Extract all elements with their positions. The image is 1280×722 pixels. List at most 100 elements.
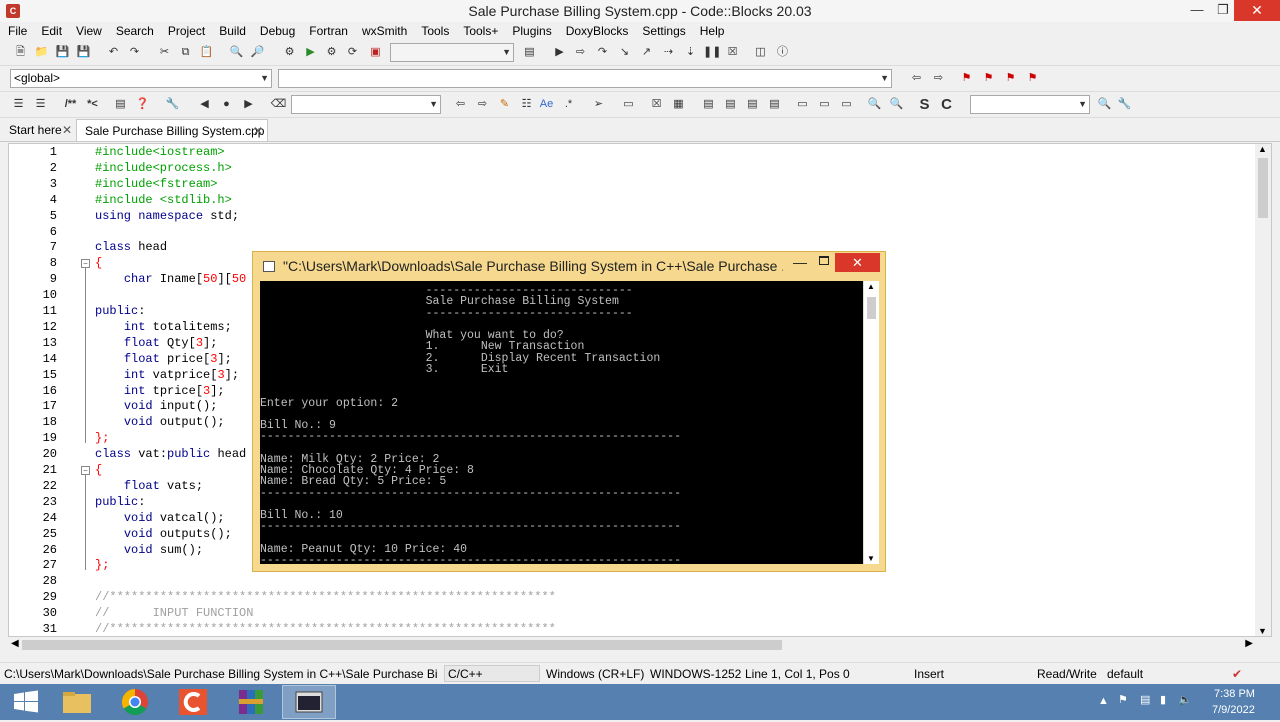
menu-tools-plus[interactable]: Tools+ [455, 22, 504, 40]
menu-fortran[interactable]: Fortran [301, 22, 354, 40]
search-settings-icon[interactable]: 🔧 [1116, 96, 1133, 113]
code-line[interactable]: { [95, 256, 102, 270]
menu-help[interactable]: Help [692, 22, 731, 40]
menu-edit[interactable]: Edit [33, 22, 68, 40]
replace-icon[interactable]: 🔎 [249, 44, 266, 61]
spellcheck-icon[interactable]: ✔ [1232, 667, 1242, 681]
abort-icon[interactable]: ▣ [367, 44, 384, 61]
find-icon[interactable]: 🔍 [228, 44, 245, 61]
zoom-in-icon[interactable]: 🔍 [866, 96, 883, 113]
mark-icon[interactable]: ● [218, 96, 235, 113]
scroll-thumb[interactable] [1258, 158, 1268, 218]
menu-file[interactable]: File [0, 22, 33, 40]
menu-project[interactable]: Project [160, 22, 211, 40]
menu-debug[interactable]: Debug [252, 22, 301, 40]
open-icon[interactable]: 📁 [33, 44, 50, 61]
box-x-icon[interactable]: ☒ [648, 96, 665, 113]
build-gear-icon[interactable]: ⚙ [281, 44, 298, 61]
console-screen[interactable]: ------------------------------ Sale Purc… [260, 281, 863, 564]
console-minimize-button[interactable]: — [793, 254, 807, 270]
code-line[interactable]: void output(); [95, 415, 225, 429]
scroll-down-icon[interactable]: ▼ [867, 554, 875, 563]
menu-build[interactable]: Build [211, 22, 252, 40]
next-line-icon[interactable]: ↷ [594, 44, 611, 61]
s-icon[interactable]: S [916, 96, 933, 113]
vertical-scrollbar[interactable]: ▲ ▼ [1255, 144, 1271, 636]
search-icon[interactable]: 🔍 [1096, 96, 1113, 113]
symbol-select[interactable]: ▼ [278, 69, 892, 88]
new-file-icon[interactable]: 🗎 [12, 44, 29, 61]
clock-date[interactable]: 7/9/2022 [1212, 704, 1255, 716]
search2-combo[interactable]: ▼ [970, 95, 1090, 114]
save-icon[interactable]: 💾 [54, 44, 71, 61]
horizontal-scrollbar[interactable]: ◀ ▶ [8, 637, 1256, 653]
scroll-right-icon[interactable]: ▶ [1245, 638, 1253, 649]
code-line[interactable]: //**************************************… [95, 622, 556, 636]
box-grid-icon[interactable]: ▦ [670, 96, 687, 113]
next-fold-icon[interactable]: ▶ [240, 96, 257, 113]
next-bookmark-icon[interactable]: ⚑ [1002, 70, 1019, 87]
extract-docs-icon[interactable]: ❓ [134, 96, 151, 113]
debug-run-icon[interactable]: ▶ [551, 44, 568, 61]
clock-time[interactable]: 7:38 PM [1214, 688, 1255, 700]
layout4-icon[interactable]: ▤ [766, 96, 783, 113]
clear-bookmarks-icon[interactable]: ⚑ [1024, 70, 1041, 87]
console-window-icon[interactable] [282, 685, 336, 719]
code-line[interactable]: // INPUT FUNCTION [95, 606, 253, 620]
menu-plugins[interactable]: Plugins [504, 22, 557, 40]
select-icon[interactable]: ☷ [518, 96, 535, 113]
regex-icon[interactable]: .* [560, 96, 577, 113]
code-line[interactable]: float Qty[3]; [95, 336, 218, 350]
build-target-select[interactable]: ▼ [390, 43, 514, 62]
rebuild-icon[interactable]: ⟳ [344, 44, 361, 61]
show-target-icon[interactable]: ▤ [521, 44, 538, 61]
step-instruction-icon[interactable]: ⇣ [682, 44, 699, 61]
file-explorer-icon[interactable] [50, 685, 104, 719]
tab-source-file[interactable]: Sale Purchase Billing System.cpp ✕ [76, 119, 268, 141]
scroll-left-icon[interactable]: ◀ [11, 638, 19, 649]
forward-arrow-icon[interactable]: ⇨ [474, 96, 491, 113]
code-line[interactable]: float price[3]; [95, 352, 232, 366]
close-button[interactable]: ✕ [1234, 0, 1280, 21]
undo-icon[interactable]: ↶ [105, 44, 122, 61]
layout2-icon[interactable]: ▤ [722, 96, 739, 113]
frame1-icon[interactable]: ▭ [794, 96, 811, 113]
console-scrollbar[interactable]: ▲ ▼ [863, 281, 879, 564]
menu-settings[interactable]: Settings [634, 22, 691, 40]
menu-doxyblocks[interactable]: DoxyBlocks [558, 22, 635, 40]
menu-view[interactable]: View [68, 22, 108, 40]
action-center-icon[interactable]: ⚑ [1118, 693, 1128, 706]
code-line[interactable]: class head [95, 240, 167, 254]
code-line[interactable]: void outputs(); [95, 527, 232, 541]
scroll-thumb[interactable] [22, 640, 782, 650]
build-run-icon[interactable]: ⚙ [323, 44, 340, 61]
console-close-button[interactable]: ✕ [835, 253, 880, 272]
scroll-thumb[interactable] [867, 297, 876, 319]
code-line[interactable]: class vat:public head [95, 447, 246, 461]
code-line[interactable]: #include <stdlib.h> [95, 193, 232, 207]
scroll-up-icon[interactable]: ▲ [1258, 144, 1267, 154]
fold-toggle-icon[interactable]: − [81, 466, 90, 475]
code-line[interactable]: using namespace std; [95, 209, 239, 223]
code-line[interactable]: }; [95, 431, 109, 445]
code-line[interactable]: void input(); [95, 399, 218, 413]
code-line[interactable]: #include<iostream> [95, 145, 225, 159]
pause-icon[interactable]: ❚❚ [703, 44, 721, 61]
code-line[interactable]: public: [95, 495, 145, 509]
code-line[interactable]: int totalitems; [95, 320, 232, 334]
highlight-pen-icon[interactable]: ✎ [496, 96, 513, 113]
box-icon[interactable]: ▭ [620, 96, 637, 113]
code-line[interactable]: //**************************************… [95, 590, 556, 604]
stop-icon[interactable]: ⌫ [270, 96, 287, 113]
save-all-icon[interactable]: 💾 [75, 44, 92, 61]
start-button[interactable] [0, 685, 54, 719]
layout3-icon[interactable]: ▤ [744, 96, 761, 113]
code-line[interactable]: { [95, 463, 102, 477]
winrar-icon[interactable] [224, 685, 278, 719]
tab-start-here[interactable]: Start here ✕ [1, 119, 76, 141]
battery-icon[interactable]: ▮ [1160, 693, 1166, 706]
fold-toggle-icon[interactable]: − [81, 259, 90, 269]
prev-bookmark-icon[interactable]: ⚑ [980, 70, 997, 87]
zoom-out-icon[interactable]: 🔍 [888, 96, 905, 113]
frame2-icon[interactable]: ▭ [816, 96, 833, 113]
